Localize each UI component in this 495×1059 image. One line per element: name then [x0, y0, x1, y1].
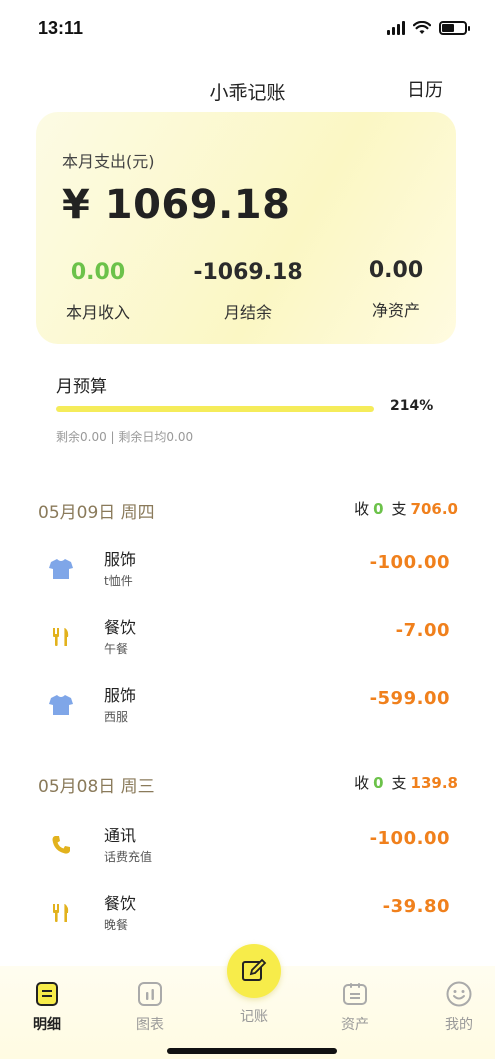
- transaction-amount: -100.00: [369, 828, 450, 849]
- day-expense-value: 139.8: [410, 774, 458, 792]
- monthly-expense-amount: ¥ 1069.18: [62, 182, 291, 228]
- transaction-note: 西服: [104, 710, 129, 724]
- day-totals: 收 0 支 706.0: [354, 498, 458, 519]
- day-header: 05月09日 周四 收 0 支 706.0: [38, 496, 458, 526]
- fork-knife-icon: [48, 900, 74, 926]
- monthly-income-label: 本月收入: [65, 303, 130, 322]
- transaction-note: 话费充值: [104, 850, 153, 864]
- budget-progress-fill: [56, 406, 374, 412]
- transaction-row[interactable]: 服饰 西服 -599.00: [40, 676, 450, 732]
- edit-icon: [242, 958, 267, 981]
- smile-icon: [445, 980, 473, 1008]
- budget-remaining-note: 剩余0.00 | 剩余日均0.00: [56, 430, 194, 444]
- day-expense-label: 支: [391, 774, 407, 792]
- day-header: 05月08日 周三 收 0 支 139.8: [38, 770, 458, 800]
- tab-assets[interactable]: 资产: [320, 980, 390, 1034]
- transaction-amount: -599.00: [369, 688, 450, 709]
- calendar-button[interactable]: 日历: [407, 76, 443, 102]
- signal-icon: [387, 21, 405, 35]
- transaction-note: t恤件: [104, 574, 133, 588]
- net-assets-value: 0.00: [368, 258, 424, 283]
- day-income-label: 收: [354, 500, 370, 518]
- monthly-balance-stat: -1069.18 月结余: [178, 260, 318, 323]
- fork-knife-icon: [48, 624, 74, 650]
- budget-progress-bar: [56, 406, 374, 412]
- wallet-icon: [341, 980, 369, 1008]
- status-icons: [387, 21, 470, 35]
- transaction-row[interactable]: 餐饮 晚餐 -39.80: [40, 884, 450, 940]
- transaction-note: 晚餐: [104, 918, 129, 932]
- battery-icon: [439, 21, 470, 35]
- summary-card: 本月支出(元) ¥ 1069.18 0.00 本月收入 -1069.18 月结余…: [36, 112, 456, 344]
- chart-icon: [136, 980, 164, 1008]
- transaction-row[interactable]: 服饰 t恤件 -100.00: [40, 540, 450, 596]
- transaction-category: 服饰: [104, 686, 137, 705]
- day-date: 05月09日 周四: [38, 503, 155, 523]
- net-assets-stat: 0.00 净资产: [326, 258, 466, 321]
- transaction-category: 通讯: [104, 826, 137, 845]
- transaction-row[interactable]: 通讯 话费充值 -100.00: [40, 816, 450, 872]
- home-indicator: [167, 1048, 337, 1054]
- day-income-value: 0: [373, 500, 384, 518]
- day-income-label: 收: [354, 774, 370, 792]
- transaction-category: 餐饮: [104, 894, 137, 913]
- day-expense-value: 706.0: [410, 500, 458, 518]
- budget-section[interactable]: 月预算 214% 剩余0.00 | 剩余日均0.00: [56, 372, 456, 444]
- monthly-expense-label: 本月支出(元): [62, 152, 155, 171]
- transaction-category: 餐饮: [104, 618, 137, 637]
- add-record-button[interactable]: [227, 944, 281, 998]
- tab-label: 我的: [445, 1017, 473, 1033]
- tab-label: 图表: [136, 1017, 164, 1033]
- day-income-value: 0: [373, 774, 384, 792]
- day-expense-label: 支: [391, 500, 407, 518]
- nav-bar: 小乖记账 日历: [0, 70, 495, 110]
- list-icon: [33, 980, 61, 1008]
- net-assets-label: 净资产: [371, 301, 420, 320]
- tab-bar: 明细 图表 记账 资产 我的: [0, 944, 495, 1059]
- tab-mine[interactable]: 我的: [424, 980, 494, 1034]
- tab-charts[interactable]: 图表: [115, 980, 185, 1034]
- budget-title: 月预算: [56, 377, 107, 397]
- monthly-balance-value: -1069.18: [193, 260, 303, 285]
- tab-details[interactable]: 明细: [12, 980, 82, 1034]
- monthly-income-stat: 0.00 本月收入: [28, 260, 168, 323]
- status-time: 13:11: [38, 17, 84, 38]
- transaction-note: 午餐: [104, 642, 129, 656]
- transaction-category: 服饰: [104, 550, 137, 569]
- transaction-row[interactable]: 餐饮 午餐 -7.00: [40, 608, 450, 664]
- transaction-amount: -7.00: [395, 620, 450, 641]
- phone-icon: [48, 832, 74, 858]
- shirt-icon: [48, 556, 74, 582]
- transaction-amount: -39.80: [382, 896, 450, 917]
- day-totals: 收 0 支 139.8: [354, 772, 458, 793]
- tab-label: 明细: [33, 1017, 61, 1033]
- tab-label: 资产: [341, 1017, 369, 1033]
- transaction-amount: -100.00: [369, 552, 450, 573]
- tab-label[interactable]: 记账: [219, 1006, 289, 1026]
- day-date: 05月08日 周三: [38, 777, 155, 797]
- shirt-icon: [48, 692, 74, 718]
- wifi-icon: [413, 21, 431, 34]
- status-bar: 13:11: [0, 0, 495, 56]
- monthly-balance-label: 月结余: [223, 303, 272, 322]
- budget-percent: 214%: [390, 398, 434, 414]
- monthly-income-value: 0.00: [70, 260, 126, 285]
